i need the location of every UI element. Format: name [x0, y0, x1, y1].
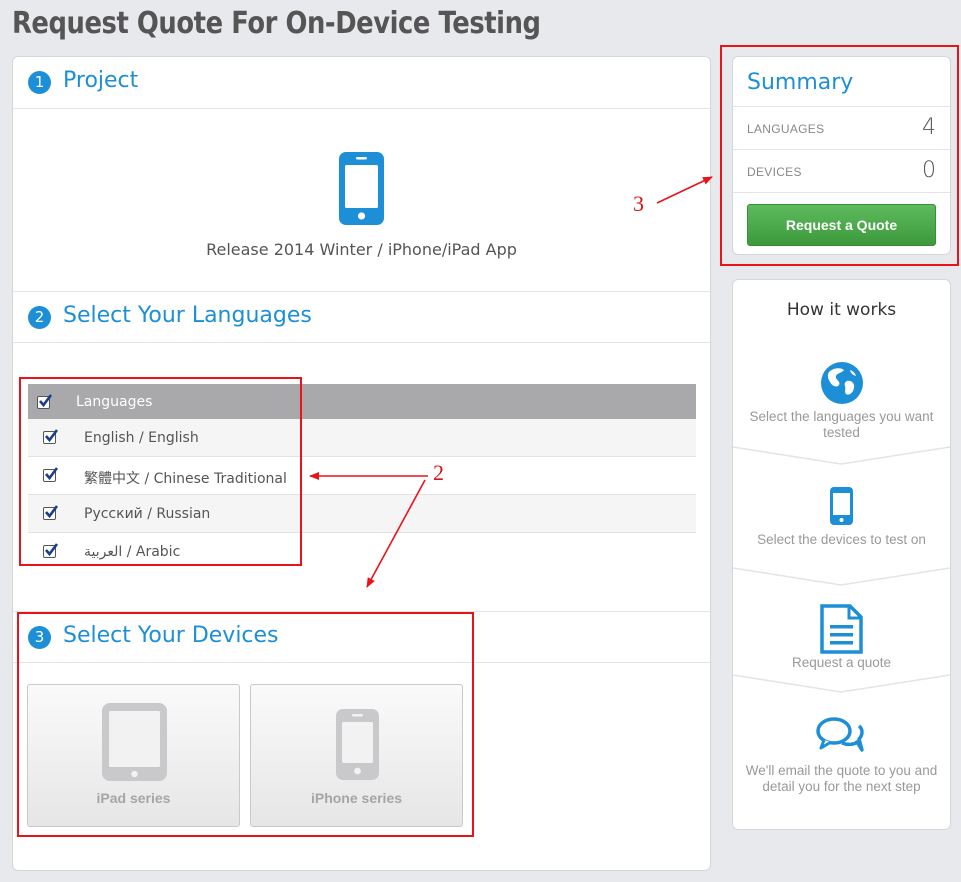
- phone-icon: [830, 487, 853, 525]
- phone-icon: [339, 152, 384, 225]
- globe-icon: [821, 362, 863, 404]
- step-text: Select the devices to test on: [757, 532, 926, 547]
- project-name: Release 2014 Winter / iPhone/iPad App: [206, 240, 517, 259]
- step-divider: [733, 567, 950, 586]
- annotation-box-summary: [720, 45, 959, 266]
- languages-section-header: 2 Select Your Languages: [13, 291, 710, 343]
- annotation-box-languages: [19, 377, 302, 566]
- step-number-badge: 2: [28, 306, 51, 329]
- step-text: Select the languages you want tested: [749, 409, 934, 440]
- document-icon: [820, 604, 863, 654]
- annotation-number: 2: [433, 460, 444, 485]
- how-it-works-panel: How it works Select the languages you wa…: [732, 279, 951, 830]
- annotation-box-devices: [17, 612, 474, 837]
- annotation-number: 3: [633, 191, 644, 216]
- step-text: Request a quote: [791, 655, 892, 670]
- page-title: Request Quote For On-Device Testing: [12, 6, 541, 41]
- project-heading: Project: [63, 68, 139, 93]
- project-section-header: 1 Project: [13, 57, 710, 109]
- chat-bubbles-icon: [816, 717, 864, 752]
- step-text: We'll email the quote to you and detail …: [745, 763, 938, 794]
- step-divider: [733, 674, 950, 693]
- languages-heading: Select Your Languages: [63, 303, 312, 328]
- step-divider: [733, 446, 950, 465]
- how-it-works-title: How it works: [786, 300, 897, 320]
- step-number-badge: 1: [28, 71, 51, 94]
